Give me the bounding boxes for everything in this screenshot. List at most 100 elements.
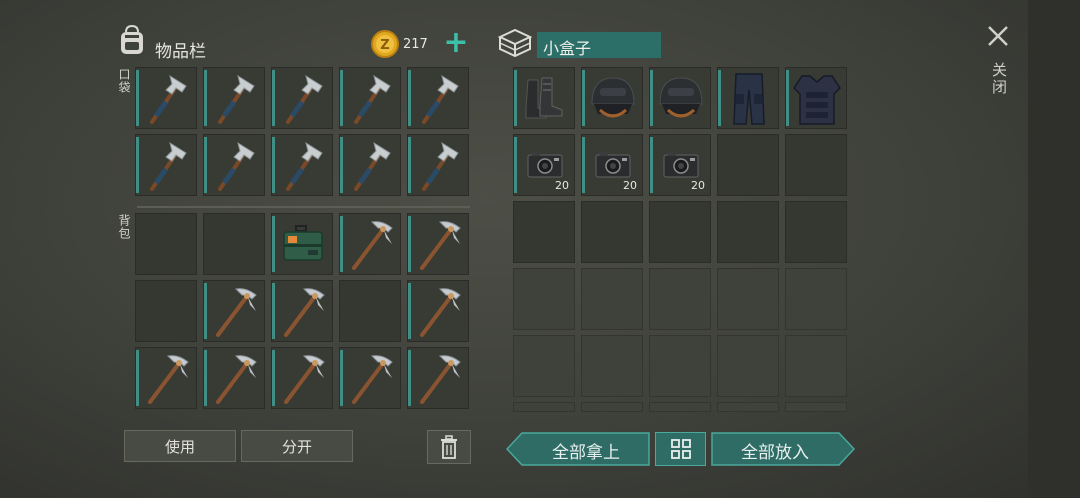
pocket-label: 口袋 [117, 68, 131, 94]
container-slot[interactable] [717, 268, 779, 330]
container-slot[interactable] [785, 402, 847, 412]
backpack-label: 背包 [117, 214, 131, 240]
backpack-slot[interactable] [271, 280, 333, 342]
close-label: 关闭 [990, 62, 1008, 96]
take-all-button[interactable]: 全部拿上 [506, 432, 650, 466]
pickaxe-icon [352, 355, 393, 404]
trash-button[interactable] [427, 430, 471, 464]
pickaxe-icon [352, 221, 393, 270]
put-all-button[interactable]: 全部放入 [711, 432, 855, 466]
backpack-slot[interactable] [407, 347, 469, 409]
container-name-field[interactable]: 小盒子 [537, 32, 661, 58]
backpack-slot[interactable] [271, 213, 333, 275]
container-slot[interactable] [717, 201, 779, 263]
axe-icon [354, 141, 391, 191]
pocket-slot[interactable] [271, 67, 333, 129]
container-slot[interactable]: 20 [649, 134, 711, 196]
backpack-slot[interactable] [407, 213, 469, 275]
backpack-slot[interactable] [407, 280, 469, 342]
backpack-slot[interactable] [339, 280, 401, 342]
container-slot[interactable] [513, 402, 575, 412]
pickaxe-icon [420, 288, 461, 337]
pickaxe-icon [216, 288, 257, 337]
container-slot[interactable] [581, 402, 643, 412]
container-slot[interactable]: 20 [581, 134, 643, 196]
pocket-slot[interactable] [203, 134, 265, 196]
coin-icon: Z [370, 29, 400, 59]
backpack-slot[interactable] [339, 213, 401, 275]
container-slot[interactable] [649, 335, 711, 397]
backpack-slot[interactable] [203, 280, 265, 342]
backpack-slot[interactable] [203, 347, 265, 409]
container-slot[interactable] [785, 268, 847, 330]
backpack-slot[interactable] [339, 347, 401, 409]
svg-text:Z: Z [380, 38, 389, 53]
container-slot[interactable] [785, 335, 847, 397]
container-slot[interactable] [649, 268, 711, 330]
axe-icon [286, 74, 323, 124]
right-edge-band [1028, 0, 1080, 498]
helmet-icon [591, 77, 635, 118]
pickaxe-icon [284, 355, 325, 404]
axe-icon [150, 74, 187, 124]
item-quantity: 20 [691, 179, 705, 192]
container-slot[interactable] [513, 201, 575, 263]
pocket-slot[interactable] [135, 67, 197, 129]
container-slot[interactable] [649, 201, 711, 263]
container-slot[interactable] [785, 134, 847, 196]
container-slot[interactable] [581, 268, 643, 330]
container-slot[interactable] [717, 67, 779, 129]
use-button[interactable]: 使用 [124, 430, 236, 462]
split-button[interactable]: 分开 [241, 430, 353, 462]
pocket-slot[interactable] [407, 134, 469, 196]
container-slot[interactable] [717, 335, 779, 397]
add-coins-button[interactable]: + [441, 28, 471, 58]
container-slot[interactable] [717, 402, 779, 412]
container-slot[interactable] [513, 67, 575, 129]
container-slot[interactable] [785, 201, 847, 263]
container-slot[interactable] [581, 335, 643, 397]
pocket-slot[interactable] [135, 134, 197, 196]
container-slot[interactable] [649, 67, 711, 129]
boots-icon [525, 77, 563, 119]
pocket-slot[interactable] [203, 67, 265, 129]
close-icon [988, 26, 1008, 46]
container-slot[interactable] [581, 201, 643, 263]
container-slot[interactable] [581, 67, 643, 129]
item-quantity: 20 [623, 179, 637, 192]
pocket-slot[interactable] [339, 134, 401, 196]
toolbox-icon [283, 225, 323, 261]
vest-icon [793, 75, 841, 125]
coin-count: 217 [403, 37, 428, 52]
pocket-slot[interactable] [271, 134, 333, 196]
container-name: 小盒子 [543, 39, 592, 58]
axe-icon [354, 74, 391, 124]
axe-icon [286, 141, 323, 191]
backpack-icon [117, 24, 147, 56]
pickaxe-icon [420, 221, 461, 270]
sort-button[interactable] [655, 432, 706, 466]
backpack-slot[interactable] [135, 213, 197, 275]
put-all-label: 全部放入 [741, 443, 809, 463]
section-divider [137, 206, 470, 208]
take-all-label: 全部拿上 [552, 443, 620, 463]
pocket-slot[interactable] [339, 67, 401, 129]
pants-icon [733, 73, 765, 125]
backpack-slot[interactable] [135, 280, 197, 342]
inventory-title: 物品栏 [155, 42, 206, 62]
container-slot[interactable] [649, 402, 711, 412]
container-slot[interactable] [785, 67, 847, 129]
item-quantity: 20 [555, 179, 569, 192]
pocket-slot[interactable] [407, 67, 469, 129]
backpack-slot[interactable] [203, 213, 265, 275]
container-slot[interactable] [513, 335, 575, 397]
pickaxe-icon [148, 355, 189, 404]
backpack-slot[interactable] [271, 347, 333, 409]
container-slot[interactable]: 20 [513, 134, 575, 196]
close-button[interactable]: 关闭 [984, 22, 1012, 102]
container-slot[interactable] [513, 268, 575, 330]
container-slot[interactable] [717, 134, 779, 196]
trash-icon [441, 435, 457, 459]
axe-icon [422, 74, 459, 124]
backpack-slot[interactable] [135, 347, 197, 409]
